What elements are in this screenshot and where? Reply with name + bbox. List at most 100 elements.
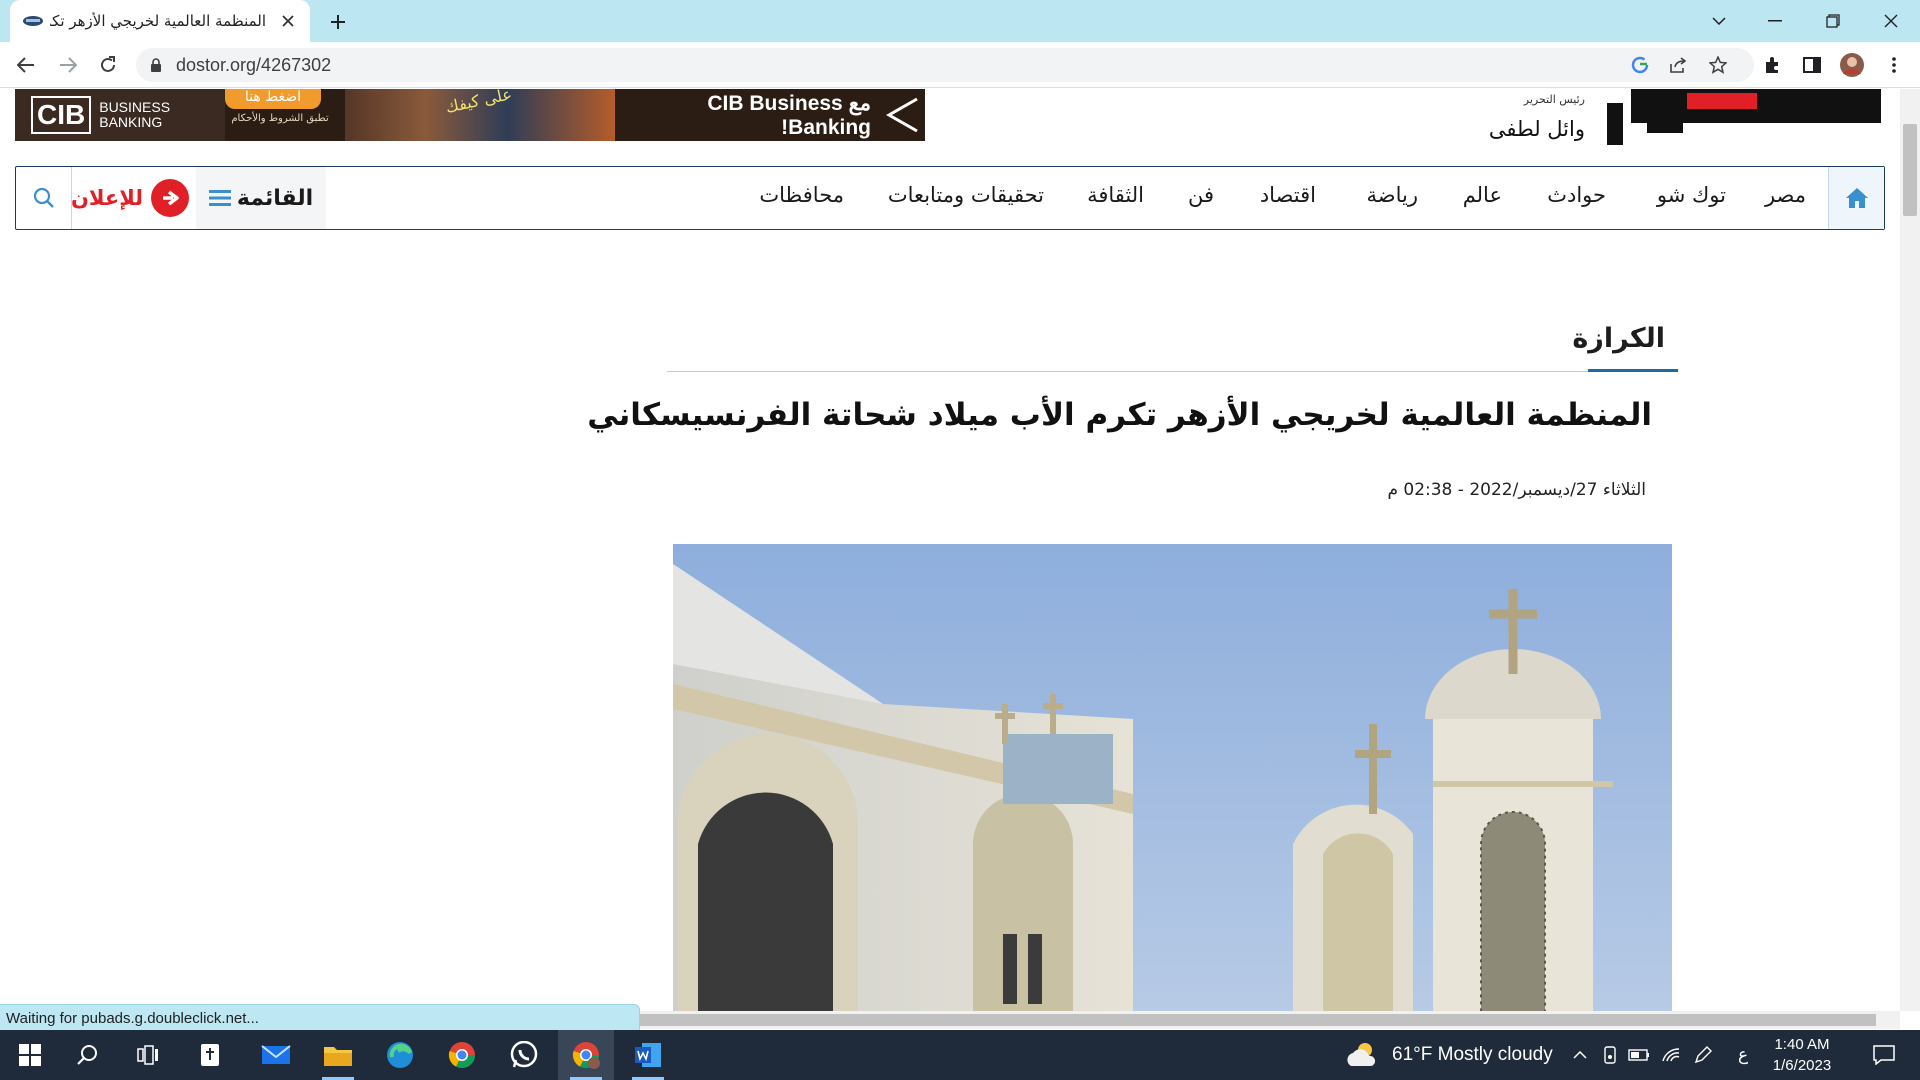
bookmark-star-icon[interactable]: [1706, 53, 1730, 77]
horizontal-scrollbar-thumb[interactable]: [636, 1014, 1876, 1026]
site-logo[interactable]: [1607, 89, 1881, 145]
taskbar-app-edge[interactable]: [372, 1030, 428, 1080]
browser-toolbar: dostor.org/4267302: [0, 42, 1920, 88]
battery-icon[interactable]: [1624, 1030, 1654, 1080]
windows-logo-icon: [19, 1044, 41, 1066]
menu-button[interactable]: القائمة: [196, 167, 326, 229]
ad-headline: مع CIB Business Banking!: [707, 91, 871, 139]
taskbar-app-chrome-profile[interactable]: [558, 1030, 614, 1080]
advertise-label: للإعلان: [70, 186, 144, 210]
tab-strip: المنظمة العالمية لخريجي الأزهر تكرم الأب…: [0, 0, 1920, 42]
side-panel-icon[interactable]: [1796, 49, 1828, 81]
browser-tab[interactable]: المنظمة العالمية لخريجي الأزهر تكرم الأب…: [10, 0, 310, 42]
notifications-icon[interactable]: [1862, 1030, 1906, 1080]
search-button[interactable]: [16, 167, 72, 229]
chrome-menu-icon[interactable]: [1878, 49, 1910, 81]
section-divider: [667, 371, 1678, 372]
search-taskbar-button[interactable]: [60, 1030, 116, 1080]
windows-taskbar: 61°F Mostly cloudy ع 1:40 AM 1/6/2023: [0, 1030, 1920, 1080]
page-viewport: CIB BUSINESS BANKING اضغط هنا تطبق الشرو…: [0, 89, 1900, 1011]
task-view-button[interactable]: [120, 1030, 176, 1080]
address-bar[interactable]: dostor.org/4267302: [136, 48, 1754, 82]
section-title[interactable]: الكرازة: [1500, 323, 1665, 354]
cib-ad-banner[interactable]: CIB BUSINESS BANKING اضغط هنا تطبق الشرو…: [15, 89, 925, 141]
vertical-scrollbar-thumb[interactable]: [1903, 124, 1917, 216]
advertise-button[interactable]: للإعلان: [68, 167, 192, 229]
search-icon: [77, 1045, 97, 1065]
nav-item-sports[interactable]: رياضة: [1367, 183, 1418, 207]
taskbar-app-mail[interactable]: [248, 1030, 304, 1080]
taskbar-clock[interactable]: 1:40 AM 1/6/2023: [1752, 1034, 1852, 1076]
nav-item-investigations[interactable]: تحقيقات ومتابعات: [888, 183, 1044, 207]
ad-press-here-button[interactable]: اضغط هنا: [225, 89, 321, 109]
start-button[interactable]: [2, 1030, 58, 1080]
weather-icon[interactable]: [1340, 1030, 1384, 1080]
chrome-icon: [448, 1042, 475, 1068]
article-hero-image[interactable]: [673, 544, 1672, 1011]
restore-button[interactable]: [1804, 0, 1862, 42]
nav-item-egypt[interactable]: مصر: [1765, 183, 1806, 207]
edge-icon: [387, 1042, 413, 1068]
cib-logo: CIB BUSINESS BANKING: [15, 89, 225, 141]
new-tab-button[interactable]: [324, 8, 352, 36]
profile-avatar[interactable]: [1836, 49, 1868, 81]
nav-item-culture[interactable]: الثقافة: [1087, 183, 1144, 207]
search-icon: [33, 187, 54, 208]
ad-brand-subtitle: BANKING: [99, 114, 163, 130]
site-favicon-icon: [22, 14, 44, 28]
cib-logo-text: CIB: [31, 96, 92, 134]
home-icon: [1845, 188, 1868, 208]
nav-item-accidents[interactable]: حوادث: [1547, 183, 1606, 207]
extensions-icon[interactable]: [1756, 49, 1788, 81]
mail-icon: [261, 1045, 291, 1064]
pen-icon[interactable]: [1688, 1030, 1718, 1080]
minimize-button[interactable]: [1746, 0, 1804, 42]
tab-close-icon[interactable]: [278, 11, 298, 31]
editor-in-chief-name: وائل لطفى: [1488, 117, 1585, 141]
taskbar-app-file-explorer[interactable]: [310, 1030, 366, 1080]
show-hidden-icons[interactable]: [1566, 1030, 1594, 1080]
tab-search-icon[interactable]: [1690, 0, 1748, 42]
ad-arrow-icon: [885, 97, 918, 133]
weather-text[interactable]: 61°F Mostly cloudy: [1392, 1030, 1553, 1080]
word-icon: [635, 1043, 661, 1067]
share-icon[interactable]: [1666, 53, 1690, 77]
google-lens-icon[interactable]: [1628, 53, 1652, 77]
folder-icon: [324, 1047, 352, 1066]
taskbar-app-chrome[interactable]: [434, 1030, 490, 1080]
home-button[interactable]: [1828, 167, 1884, 229]
forward-button[interactable]: [52, 49, 84, 81]
back-button[interactable]: [10, 49, 42, 81]
input-language[interactable]: ع: [1738, 1030, 1748, 1080]
advertise-play-icon: [151, 179, 190, 217]
reload-button[interactable]: [92, 49, 124, 81]
lock-icon[interactable]: [150, 57, 162, 73]
nav-item-talk-show[interactable]: توك شو: [1657, 183, 1726, 207]
menu-label: القائمة: [236, 185, 314, 211]
nav-item-art[interactable]: فن: [1188, 183, 1214, 207]
vertical-scrollbar[interactable]: [1900, 89, 1920, 1011]
wifi-icon[interactable]: [1656, 1030, 1686, 1080]
hamburger-icon: [208, 190, 231, 206]
device-icon[interactable]: [1596, 1030, 1624, 1080]
nav-item-world[interactable]: عالم: [1463, 183, 1502, 207]
article-headline: المنظمة العالمية لخريجي الأزهر تكرم الأب…: [587, 397, 1652, 433]
nav-item-economy[interactable]: اقتصاد: [1260, 183, 1316, 207]
ad-brand-subtitle: BUSINESS: [99, 99, 171, 115]
clock-time: 1:40 AM: [1774, 1036, 1830, 1053]
ad-terms-text: تطبق الشروط والأحكام: [231, 113, 329, 124]
main-nav: مصر توك شو حوادث عالم رياضة اقتصاد فن ال…: [15, 166, 1885, 230]
book-icon: [201, 1044, 219, 1066]
nav-item-governorates[interactable]: محافظات: [759, 183, 844, 207]
church-photo: [673, 544, 1672, 1011]
article-date: الثلاثاء 27/ديسمبر/2022 - 02:38 م: [1387, 480, 1646, 500]
close-window-button[interactable]: [1862, 0, 1920, 42]
ad-photo: على كيفك: [345, 89, 615, 141]
taskbar-app-word[interactable]: [620, 1030, 676, 1080]
ad-photo-text: على كيفك: [443, 89, 514, 117]
taskbar-app-bible[interactable]: [182, 1030, 238, 1080]
url-text[interactable]: dostor.org/4267302: [176, 55, 331, 76]
taskbar-app-whatsapp[interactable]: [496, 1030, 552, 1080]
clock-date: 1/6/2023: [1772, 1057, 1832, 1074]
task-view-icon: [137, 1045, 158, 1065]
